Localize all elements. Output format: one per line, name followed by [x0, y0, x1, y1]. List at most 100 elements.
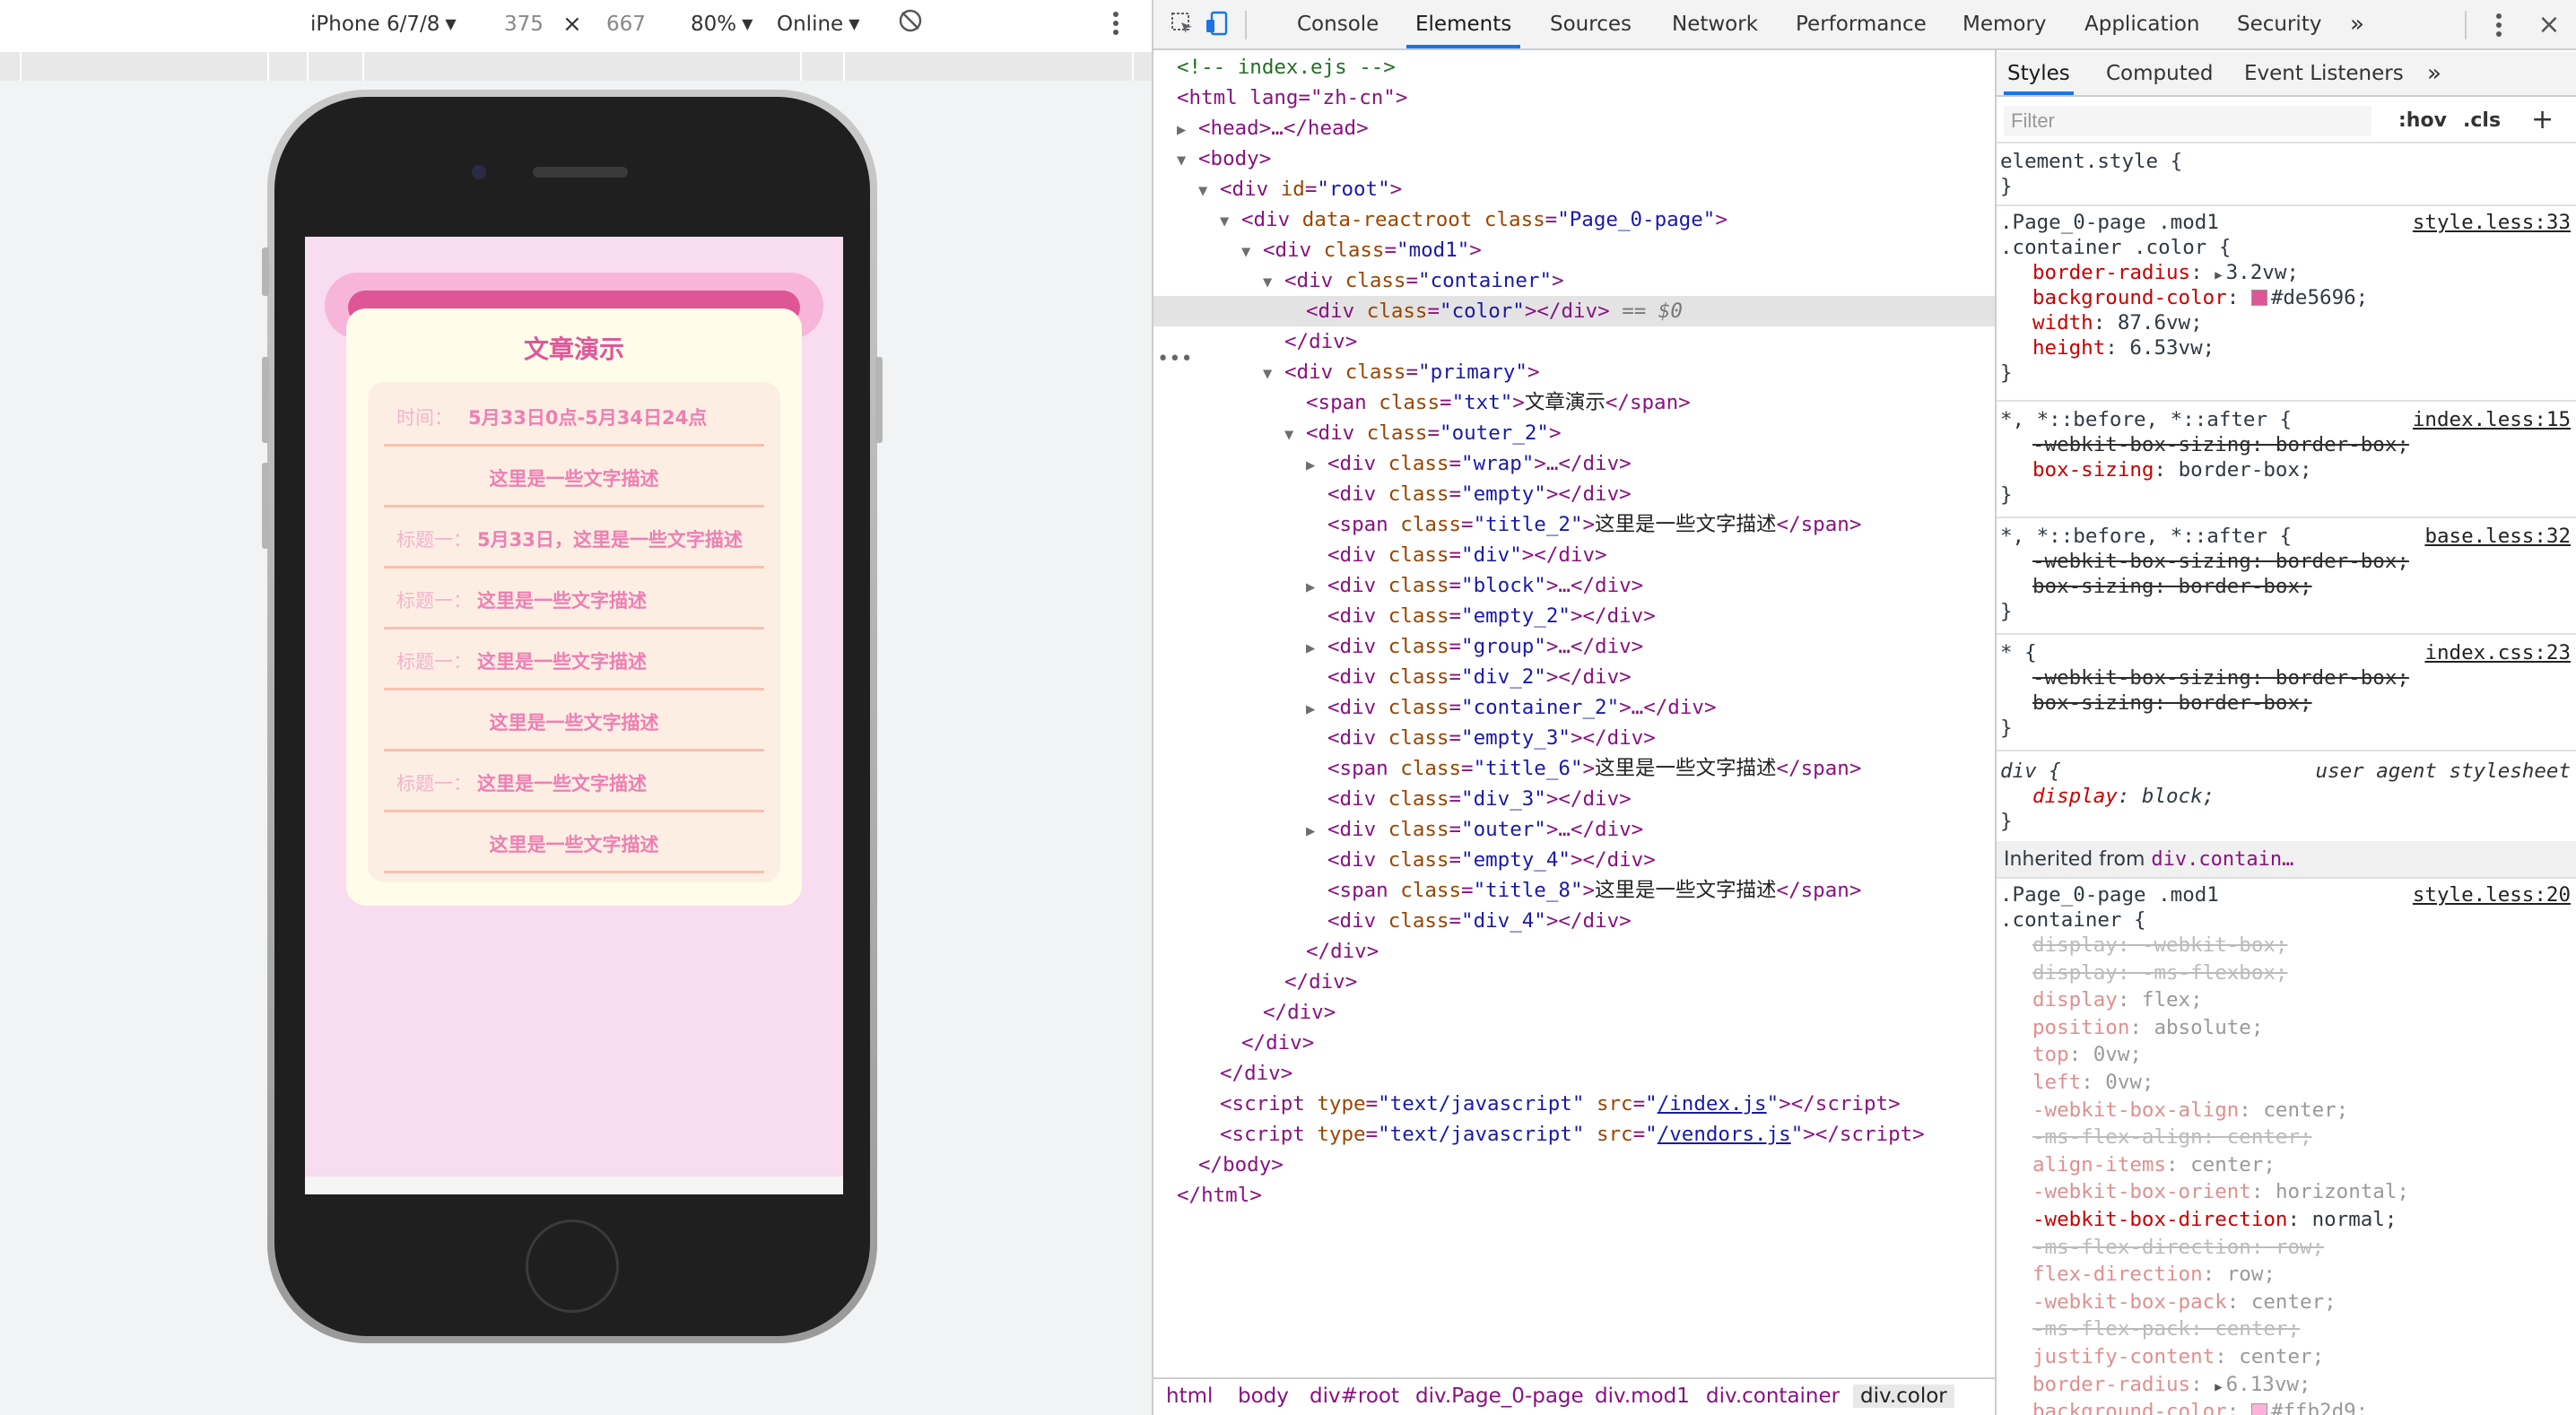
style-prop-overridden[interactable]: box-sizing: border-box;	[2032, 574, 2312, 599]
tree-node-color-selected[interactable]: <div class="color"></div> == $0	[1153, 296, 1995, 326]
tree-node-primary[interactable]: ▼ <div class="primary">	[1153, 357, 1539, 387]
inspect-icon[interactable]	[1168, 11, 1197, 39]
tree-node-outer-2[interactable]: ▼ <div class="outer_2">	[1153, 418, 1561, 448]
tab-sources[interactable]: Sources	[1550, 0, 1632, 48]
tab-application[interactable]: Application	[2084, 0, 2200, 48]
style-prop-overridden[interactable]: -webkit-box-sizing: border-box;	[2032, 549, 2409, 574]
tree-node-close-body[interactable]: </body>	[1153, 1150, 1284, 1180]
tree-node-container-2[interactable]: ▶ <div class="container_2">…</div>	[1153, 692, 1717, 723]
tree-node-close[interactable]: </div>	[1153, 967, 1357, 997]
tree-node-body[interactable]: ▼ <body>	[1153, 143, 1271, 174]
color-swatch[interactable]	[2250, 1403, 2267, 1415]
tree-node-comment[interactable]: <!-- index.ejs -->	[1153, 52, 1396, 82]
tab-performance[interactable]: Performance	[1796, 0, 1927, 48]
crumb-html[interactable]: html	[1159, 1385, 1220, 1408]
media-query-ruler[interactable]	[0, 52, 1152, 81]
device-toggle-icon[interactable]	[1202, 11, 1231, 39]
style-prop[interactable]: -webkit-box-orient: horizontal;	[2032, 1179, 2409, 1204]
style-prop[interactable]: height: 6.53vw;	[2032, 335, 2215, 360]
tree-node-div-2[interactable]: <div class="div_2"></div>	[1153, 662, 1632, 692]
tab-security[interactable]: Security	[2237, 0, 2321, 48]
tree-node-txt[interactable]: <span class="txt">文章演示</span>	[1153, 387, 1691, 418]
crumb-container[interactable]: div.container	[1699, 1385, 1847, 1408]
style-prop[interactable]: left: 0vw;	[2032, 1070, 2154, 1095]
tree-node-close[interactable]: </div>	[1153, 1058, 1292, 1089]
home-button[interactable]	[526, 1220, 619, 1313]
tree-node-close[interactable]: </div>	[1153, 997, 1336, 1028]
tab-network[interactable]: Network	[1672, 0, 1758, 48]
source-link[interactable]: index.css:23	[2424, 640, 2571, 665]
more-tabs-icon[interactable]: »	[2427, 52, 2441, 95]
tree-node-close[interactable]: </div>	[1153, 936, 1379, 967]
style-prop[interactable]: flex-direction: row;	[2032, 1262, 2276, 1287]
height-input[interactable]: 667	[606, 13, 646, 36]
tab-elements[interactable]: Elements	[1406, 0, 1521, 48]
source-link[interactable]: style.less:33	[2413, 210, 2571, 235]
style-prop[interactable]: -webkit-box-direction: normal;	[2032, 1207, 2397, 1232]
network-select[interactable]: Online ▼	[777, 13, 860, 36]
tree-node-empty-2[interactable]: <div class="empty_2"></div>	[1153, 601, 1656, 631]
style-prop[interactable]: border-radius: ▶ 3.2vw;	[2032, 260, 2299, 285]
style-prop-overridden[interactable]: display: -webkit-box;	[2032, 933, 2287, 958]
style-prop[interactable]: -webkit-box-pack: center;	[2032, 1289, 2337, 1315]
crumb-mod1[interactable]: div.mod1	[1588, 1385, 1697, 1408]
cls-toggle[interactable]: .cls	[2463, 109, 2501, 132]
add-rule-icon[interactable]: +	[2531, 104, 2554, 135]
tree-node-container[interactable]: ▼ <div class="container">	[1153, 265, 1564, 296]
color-swatch[interactable]	[2250, 290, 2267, 306]
tree-node-script-index[interactable]: <script type="text/javascript" src="/ind…	[1153, 1089, 1901, 1119]
tree-node-title-2[interactable]: <span class="title_2">这里是一些文字描述</span>	[1153, 509, 1861, 540]
source-link[interactable]: base.less:32	[2424, 524, 2571, 549]
width-input[interactable]: 375	[504, 13, 544, 36]
style-prop-overridden[interactable]: -ms-flex-direction: row;	[2032, 1235, 2324, 1260]
inherited-link[interactable]: div.contain…	[2151, 848, 2293, 871]
tree-node-outer[interactable]: ▶ <div class="outer">…</div>	[1153, 814, 1643, 845]
device-select[interactable]: iPhone 6/7/8 ▼	[310, 13, 457, 36]
crumb-body[interactable]: body	[1231, 1385, 1296, 1408]
tree-node-root[interactable]: ▼ <div id="root">	[1153, 174, 1402, 204]
crumb-root[interactable]: div#root	[1302, 1385, 1406, 1408]
tree-node-block[interactable]: ▶ <div class="block">…</div>	[1153, 570, 1643, 601]
tab-styles[interactable]: Styles	[2004, 52, 2074, 95]
tab-event-listeners[interactable]: Event Listeners	[2244, 52, 2404, 95]
tree-node-title-8[interactable]: <span class="title_8">这里是一些文字描述</span>	[1153, 875, 1861, 906]
rotate-icon[interactable]	[897, 7, 924, 39]
style-prop[interactable]: box-sizing: border-box;	[2032, 457, 2312, 482]
more-tabs-icon[interactable]: »	[2350, 0, 2364, 48]
tree-node-close-html[interactable]: </html>	[1153, 1180, 1262, 1211]
tree-node-empty-4[interactable]: <div class="empty_4"></div>	[1153, 845, 1656, 875]
style-prop-overridden[interactable]: -ms-flex-align: center;	[2032, 1124, 2312, 1150]
close-icon[interactable]: ×	[2535, 11, 2563, 39]
source-link[interactable]: index.less:15	[2413, 407, 2571, 432]
style-prop-overridden[interactable]: -webkit-box-sizing: border-box;	[2032, 665, 2409, 690]
style-prop-overridden[interactable]: -webkit-box-sizing: border-box;	[2032, 432, 2409, 457]
tree-node-div-4[interactable]: <div class="div_4"></div>	[1153, 906, 1632, 936]
tree-node-html[interactable]: <html lang="zh-cn">	[1153, 82, 1407, 113]
style-prop[interactable]: -webkit-box-align: center;	[2032, 1098, 2348, 1123]
style-prop[interactable]: align-items: center;	[2032, 1152, 2276, 1177]
tab-memory[interactable]: Memory	[1962, 0, 2047, 48]
style-prop[interactable]: top: 0vw;	[2032, 1042, 2142, 1067]
style-prop[interactable]: justify-content: center;	[2032, 1344, 2324, 1369]
style-prop[interactable]: background-color: #ffb2d9;	[2032, 1399, 2368, 1415]
style-prop-overridden[interactable]: box-sizing: border-box;	[2032, 690, 2312, 716]
style-prop[interactable]: position: absolute;	[2032, 1015, 2263, 1040]
tree-node-close[interactable]: </div>	[1153, 1028, 1314, 1058]
tree-node-title-6[interactable]: <span class="title_6">这里是一些文字描述</span>	[1153, 753, 1861, 784]
tree-node-head[interactable]: ▶ <head>…</head>	[1153, 113, 1369, 143]
tree-node-empty-3[interactable]: <div class="empty_3"></div>	[1153, 723, 1656, 753]
source-link[interactable]: style.less:20	[2413, 882, 2571, 907]
style-prop-overridden[interactable]: display: -ms-flexbox;	[2032, 960, 2287, 985]
tree-node-empty[interactable]: <div class="empty"></div>	[1153, 479, 1632, 509]
tree-node-page[interactable]: ▼ <div data-reactroot class="Page_0-page"…	[1153, 204, 1727, 235]
tree-node-group[interactable]: ▶ <div class="group">…</div>	[1153, 631, 1643, 662]
crumb-page[interactable]: div.Page_0-page	[1408, 1385, 1591, 1408]
tab-console[interactable]: Console	[1297, 0, 1379, 48]
style-prop-overridden[interactable]: -ms-flex-pack: center;	[2032, 1316, 2300, 1341]
tab-computed[interactable]: Computed	[2106, 52, 2213, 95]
style-prop[interactable]: display: flex;	[2032, 987, 2203, 1012]
crumb-color[interactable]: div.color	[1853, 1385, 1954, 1408]
more-vert-icon[interactable]	[2485, 11, 2513, 39]
styles-filter-input[interactable]	[2004, 106, 2371, 136]
zoom-select[interactable]: 80% ▼	[691, 13, 753, 36]
